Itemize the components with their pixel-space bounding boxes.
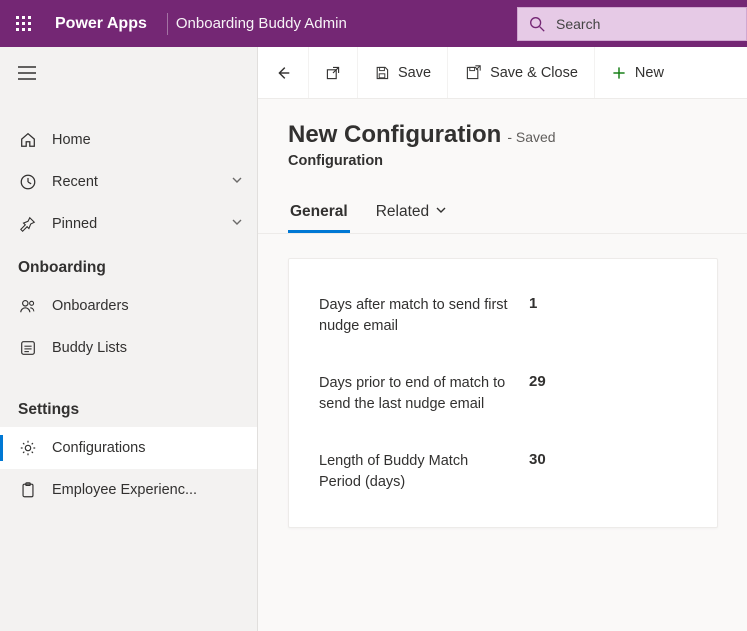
tab-related[interactable]: Related: [374, 197, 449, 233]
tab-label: Related: [376, 203, 429, 221]
field-match-period-length[interactable]: Length of Buddy Match Period (days) 30: [289, 433, 717, 511]
sidebar-item-label: Employee Experienc...: [52, 482, 243, 498]
save-close-icon: [464, 65, 482, 81]
sidebar-group-onboarding: Onboarding: [0, 245, 257, 285]
sidebar-item-buddy-lists[interactable]: Buddy Lists: [0, 327, 257, 369]
search-input[interactable]: [556, 16, 736, 32]
sidebar-group-settings: Settings: [0, 387, 257, 427]
sidebar-item-employee-experience[interactable]: Employee Experienc...: [0, 469, 257, 511]
back-button[interactable]: [258, 47, 309, 98]
sidebar-item-label: Home: [52, 132, 243, 148]
chevron-down-icon: [435, 203, 447, 221]
sidebar-item-label: Pinned: [52, 216, 231, 232]
chevron-down-icon: [231, 174, 243, 190]
hamburger-icon: [18, 66, 36, 80]
field-value: 1: [529, 295, 537, 312]
save-close-button-label: Save & Close: [490, 65, 578, 81]
clipboard-icon: [18, 480, 38, 500]
waffle-icon: [16, 16, 32, 32]
record-status: - Saved: [507, 129, 555, 145]
search-box[interactable]: [517, 7, 747, 41]
plus-icon: [611, 65, 627, 81]
global-header: Power Apps Onboarding Buddy Admin: [0, 0, 747, 47]
save-and-close-button[interactable]: Save & Close: [448, 47, 595, 98]
sidebar-item-recent[interactable]: Recent: [0, 161, 257, 203]
sidebar-item-label: Buddy Lists: [52, 340, 243, 356]
sidebar: Home Recent Pinned Onboarding: [0, 47, 258, 631]
chevron-down-icon: [231, 216, 243, 232]
list-icon: [18, 338, 38, 358]
field-first-nudge-days[interactable]: Days after match to send first nudge ema…: [289, 277, 717, 355]
save-button-label: Save: [398, 65, 431, 81]
command-bar: Save Save & Close New: [258, 47, 747, 99]
back-arrow-icon: [274, 64, 292, 82]
field-label: Days after match to send first nudge ema…: [319, 295, 529, 337]
main-content: Save Save & Close New New Configuration …: [258, 47, 747, 631]
open-external-icon: [325, 65, 341, 81]
people-icon: [18, 296, 38, 316]
search-container: [517, 7, 747, 41]
field-label: Length of Buddy Match Period (days): [319, 451, 529, 493]
search-icon: [528, 15, 546, 33]
save-button[interactable]: Save: [358, 47, 448, 98]
gear-icon: [18, 438, 38, 458]
form-section: Days after match to send first nudge ema…: [288, 258, 718, 528]
open-external-button[interactable]: [309, 47, 358, 98]
save-icon: [374, 65, 390, 81]
form-tabs: General Related: [258, 179, 747, 234]
sidebar-item-label: Configurations: [52, 440, 243, 456]
pin-icon: [18, 214, 38, 234]
tab-label: General: [290, 203, 348, 221]
field-last-nudge-days[interactable]: Days prior to end of match to send the l…: [289, 355, 717, 433]
header-divider: [167, 13, 168, 35]
sidebar-toggle-button[interactable]: [0, 51, 257, 95]
field-label: Days prior to end of match to send the l…: [319, 373, 529, 415]
app-name: Onboarding Buddy Admin: [176, 15, 367, 32]
new-button[interactable]: New: [595, 47, 680, 98]
app-launcher-button[interactable]: [0, 0, 47, 47]
brand-name[interactable]: Power Apps: [47, 15, 163, 33]
sidebar-item-configurations[interactable]: Configurations: [0, 427, 257, 469]
entity-name: Configuration: [288, 153, 747, 169]
sidebar-item-label: Recent: [52, 174, 231, 190]
field-value: 29: [529, 373, 546, 390]
clock-icon: [18, 172, 38, 192]
sidebar-item-pinned[interactable]: Pinned: [0, 203, 257, 245]
page-title: New Configuration: [288, 121, 501, 149]
page-header: New Configuration - Saved Configuration: [258, 99, 747, 179]
new-button-label: New: [635, 65, 664, 81]
sidebar-item-onboarders[interactable]: Onboarders: [0, 285, 257, 327]
home-icon: [18, 130, 38, 150]
field-value: 30: [529, 451, 546, 468]
sidebar-item-home[interactable]: Home: [0, 119, 257, 161]
sidebar-item-label: Onboarders: [52, 298, 243, 314]
tab-general[interactable]: General: [288, 197, 350, 233]
